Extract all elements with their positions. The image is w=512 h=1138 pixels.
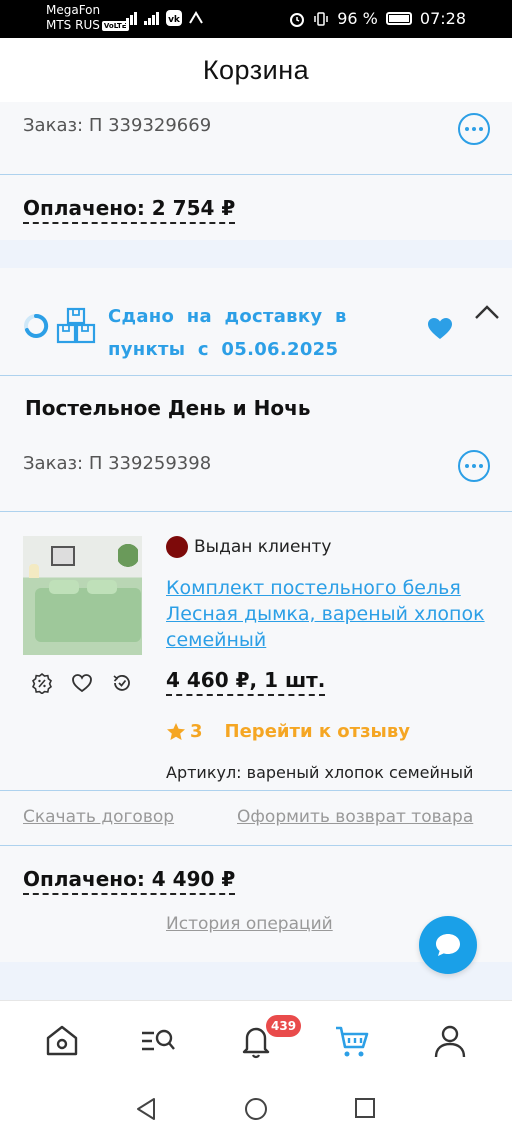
carrier-info: MegaFon MTS RUS VoLTE <box>46 3 129 33</box>
star-icon <box>167 722 185 740</box>
product-image[interactable] <box>23 536 142 655</box>
image-detail <box>49 580 79 594</box>
chat-bubble-icon <box>436 934 460 956</box>
favorite-heart-icon[interactable] <box>427 317 453 341</box>
history-check-icon[interactable] <box>111 672 133 694</box>
item-status-label: Выдан клиенту <box>194 537 332 557</box>
profile-icon[interactable] <box>432 1023 468 1059</box>
battery-icon <box>385 12 412 25</box>
loading-status-icon <box>24 313 49 338</box>
carrier-1: MegaFon <box>46 3 101 17</box>
bottom-navigation <box>0 1000 512 1080</box>
history-link[interactable]: История операций <box>166 914 333 934</box>
review-row: 3 Перейти к отзыву <box>166 721 410 742</box>
item-price: 4 460 ₽, 1 шт. <box>166 668 326 696</box>
image-detail <box>35 588 141 642</box>
image-detail <box>87 580 117 594</box>
return-goods-link[interactable]: Оформить возврат товара <box>237 807 473 827</box>
order-number-1: Заказ: П 339329669 <box>23 115 212 136</box>
divider <box>0 375 512 376</box>
notifications-badge: 439 <box>266 1015 302 1037</box>
product-link[interactable]: Комплект постельного белья Лесная дымка,… <box>166 575 496 653</box>
alarm-icon <box>290 12 305 27</box>
heart-outline-icon[interactable] <box>71 672 93 694</box>
vk-icon: vk <box>166 10 182 26</box>
collapse-chevron-icon[interactable] <box>474 304 500 320</box>
image-detail <box>51 546 75 566</box>
divider <box>0 511 512 512</box>
back-icon[interactable] <box>135 1097 157 1121</box>
signal-icons: vk <box>122 10 204 26</box>
signal-icon <box>122 12 137 25</box>
system-navigation <box>0 1080 512 1138</box>
clock: 07:28 <box>419 9 466 28</box>
image-detail <box>29 564 39 578</box>
catalog-search-icon[interactable] <box>140 1023 176 1059</box>
chat-button[interactable] <box>419 916 477 974</box>
page-title: Корзина <box>202 55 310 85</box>
home-circle-icon[interactable] <box>244 1097 268 1121</box>
download-contract-link[interactable]: Скачать договор <box>23 807 174 827</box>
go-to-review-link[interactable]: Перейти к отзыву <box>225 721 410 742</box>
carrier-2: MTS RUS <box>46 18 100 32</box>
app-header: Корзина <box>0 38 512 102</box>
delivery-status: Сдано на доставку в пункты с 05.06.2025 <box>108 306 347 360</box>
divider <box>0 790 512 791</box>
cart-icon[interactable] <box>334 1023 370 1059</box>
divider <box>0 174 512 175</box>
divider <box>0 845 512 846</box>
paid-amount-2: Оплачено: 4 490 ₽ <box>23 867 236 895</box>
svg-text:vk: vk <box>168 15 181 25</box>
discount-icon[interactable] <box>31 672 53 694</box>
status-bar: MegaFon MTS RUS VoLTE vk 96 % 07:28 <box>0 0 512 38</box>
article-text: Артикул: вареный хлопок семейный <box>166 763 474 782</box>
order-menu-button-2[interactable] <box>458 450 490 482</box>
rating-value: 3 <box>190 721 203 742</box>
product-title: Постельное День и Ночь <box>25 396 311 420</box>
boxes-icon <box>56 307 96 344</box>
status-dot <box>166 536 188 558</box>
image-detail <box>118 544 138 582</box>
app-icon <box>189 11 203 24</box>
signal-4g-icon <box>144 12 159 25</box>
vibrate-icon <box>314 11 328 26</box>
home-icon[interactable] <box>44 1023 80 1059</box>
order-number-2: Заказ: П 339259398 <box>23 453 212 474</box>
item-status: Выдан клиенту <box>166 536 332 558</box>
paid-amount-1: Оплачено: 2 754 ₽ <box>23 196 236 224</box>
recents-icon[interactable] <box>354 1097 376 1119</box>
battery-level: 96 % <box>337 9 378 28</box>
status-right: 96 % 07:28 <box>289 9 466 28</box>
order-menu-button-1[interactable] <box>458 113 490 145</box>
